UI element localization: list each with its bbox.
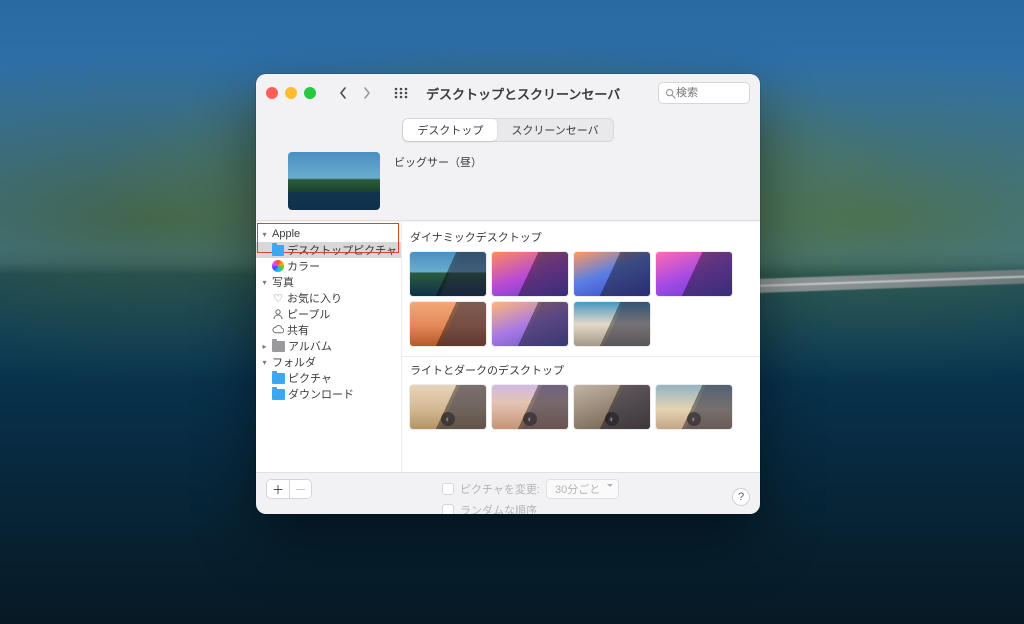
change-picture-checkbox[interactable] [442, 483, 454, 495]
remove-folder-button[interactable]: － [289, 480, 311, 498]
lightdark-grid: ◐ ◐ ◐ ◐ [402, 381, 760, 437]
color-wheel-icon [272, 260, 284, 272]
titlebar: デスクトップとスクリーンセーバ [256, 74, 760, 112]
appearance-badge-icon: ◐ [605, 412, 619, 426]
current-wallpaper-preview [288, 152, 380, 210]
help-button[interactable]: ? [732, 488, 750, 506]
sidebar-item-label: カラー [287, 258, 320, 274]
interval-select[interactable]: 30分ごと [546, 479, 619, 499]
traffic-lights [266, 87, 316, 99]
sidebar-item-pictures-folder[interactable]: ピクチャ [256, 370, 401, 386]
sidebar-item-label: ダウンロード [288, 386, 354, 402]
preview-row: ビッグサー（昼） [256, 152, 760, 221]
search-icon [665, 88, 676, 99]
folder-icon [272, 389, 285, 400]
dynamic-grid [402, 248, 760, 354]
folder-icon [272, 245, 284, 256]
cloud-icon [272, 324, 284, 336]
group-label: 写真 [272, 274, 294, 290]
zoom-button[interactable] [304, 87, 316, 99]
wallpaper-thumb[interactable]: ◐ [410, 385, 486, 429]
disclosure-down-icon: ▾ [260, 358, 269, 367]
current-wallpaper-name: ビッグサー（昼） [394, 152, 482, 210]
search-input[interactable] [676, 87, 738, 99]
tab-screensaver[interactable]: スクリーンセーバ [497, 119, 612, 141]
nav-buttons [332, 83, 378, 103]
group-label: フォルダ [272, 354, 316, 370]
sidebar-group-photos[interactable]: ▾ 写真 [256, 274, 401, 290]
footer: ＋ － ピクチャを変更: 30分ごと ランダムな順序 ? [256, 472, 760, 514]
section-dynamic: ダイナミックデスクトップ [402, 226, 760, 248]
appearance-badge-icon: ◐ [687, 412, 701, 426]
forward-button[interactable] [356, 83, 378, 103]
wallpaper-thumb[interactable] [410, 252, 486, 296]
sidebar-item-label: 共有 [287, 322, 309, 338]
change-picture-label: ピクチャを変更: [460, 481, 540, 497]
wallpaper-thumb[interactable]: ◐ [574, 385, 650, 429]
appearance-badge-icon: ◐ [441, 412, 455, 426]
sidebar-item-label: お気に入り [287, 290, 342, 306]
sidebar-item-favorites[interactable]: ♡ お気に入り [256, 290, 401, 306]
sidebar-group-apple[interactable]: ▾ Apple [256, 226, 401, 242]
group-label: アルバム [288, 338, 332, 354]
chevron-left-icon [339, 87, 347, 99]
close-button[interactable] [266, 87, 278, 99]
disclosure-down-icon: ▾ [260, 230, 269, 239]
wallpaper-thumb[interactable] [574, 252, 650, 296]
wallpaper-thumb[interactable]: ◐ [656, 385, 732, 429]
search-field[interactable] [658, 82, 750, 104]
sidebar-item-shared[interactable]: 共有 [256, 322, 401, 338]
grid-icon [394, 87, 408, 99]
tab-desktop[interactable]: デスクトップ [403, 119, 497, 141]
random-order-checkbox[interactable] [442, 504, 454, 514]
source-sidebar: ▾ Apple デスクトップピクチャ カラー ▾ 写真 ♡ お気に入り [256, 222, 402, 472]
sidebar-item-people[interactable]: ピープル [256, 306, 401, 322]
back-button[interactable] [332, 83, 354, 103]
random-order-label: ランダムな順序 [460, 502, 537, 514]
sidebar-item-colors[interactable]: カラー [256, 258, 401, 274]
change-options: ピクチャを変更: 30分ごと ランダムな順序 [442, 479, 619, 514]
wallpaper-content: ダイナミックデスクトップ ライトとダークのデスクトップ ◐ ◐ ◐ ◐ [402, 222, 760, 472]
wallpaper-thumb[interactable]: ◐ [492, 385, 568, 429]
minimize-button[interactable] [285, 87, 297, 99]
disclosure-right-icon: ▸ [260, 342, 269, 351]
wallpaper-thumb[interactable] [410, 302, 486, 346]
window-title: デスクトップとスクリーンセーバ [426, 84, 620, 103]
wallpaper-thumb[interactable] [574, 302, 650, 346]
disclosure-down-icon: ▾ [260, 278, 269, 287]
sidebar-item-label: ピープル [287, 306, 330, 322]
main-body: ▾ Apple デスクトップピクチャ カラー ▾ 写真 ♡ お気に入り [256, 221, 760, 472]
folder-icon [272, 373, 285, 384]
wallpaper-thumb[interactable] [492, 302, 568, 346]
tab-control: デスクトップ スクリーンセーバ [256, 112, 760, 152]
section-lightdark: ライトとダークのデスクトップ [402, 359, 760, 381]
show-all-button[interactable] [390, 83, 412, 103]
wallpaper-thumb[interactable] [492, 252, 568, 296]
folder-icon [272, 341, 285, 352]
sidebar-group-folders[interactable]: ▾ フォルダ [256, 354, 401, 370]
people-icon [272, 308, 284, 320]
sidebar-item-label: デスクトップピクチャ [287, 242, 397, 258]
preferences-window: デスクトップとスクリーンセーバ デスクトップ スクリーンセーバ ビッグサー（昼）… [256, 74, 760, 514]
chevron-right-icon [363, 87, 371, 99]
sidebar-group-albums[interactable]: ▸ アルバム [256, 338, 401, 354]
appearance-badge-icon: ◐ [523, 412, 537, 426]
divider [402, 356, 760, 357]
group-label: Apple [272, 228, 300, 240]
add-remove-control: ＋ － [266, 479, 312, 499]
heart-icon: ♡ [272, 292, 284, 304]
add-folder-button[interactable]: ＋ [267, 480, 289, 498]
sidebar-item-label: ピクチャ [288, 370, 332, 386]
wallpaper-thumb[interactable] [656, 252, 732, 296]
sidebar-item-desktop-pictures[interactable]: デスクトップピクチャ [256, 242, 401, 258]
sidebar-item-downloads-folder[interactable]: ダウンロード [256, 386, 401, 402]
